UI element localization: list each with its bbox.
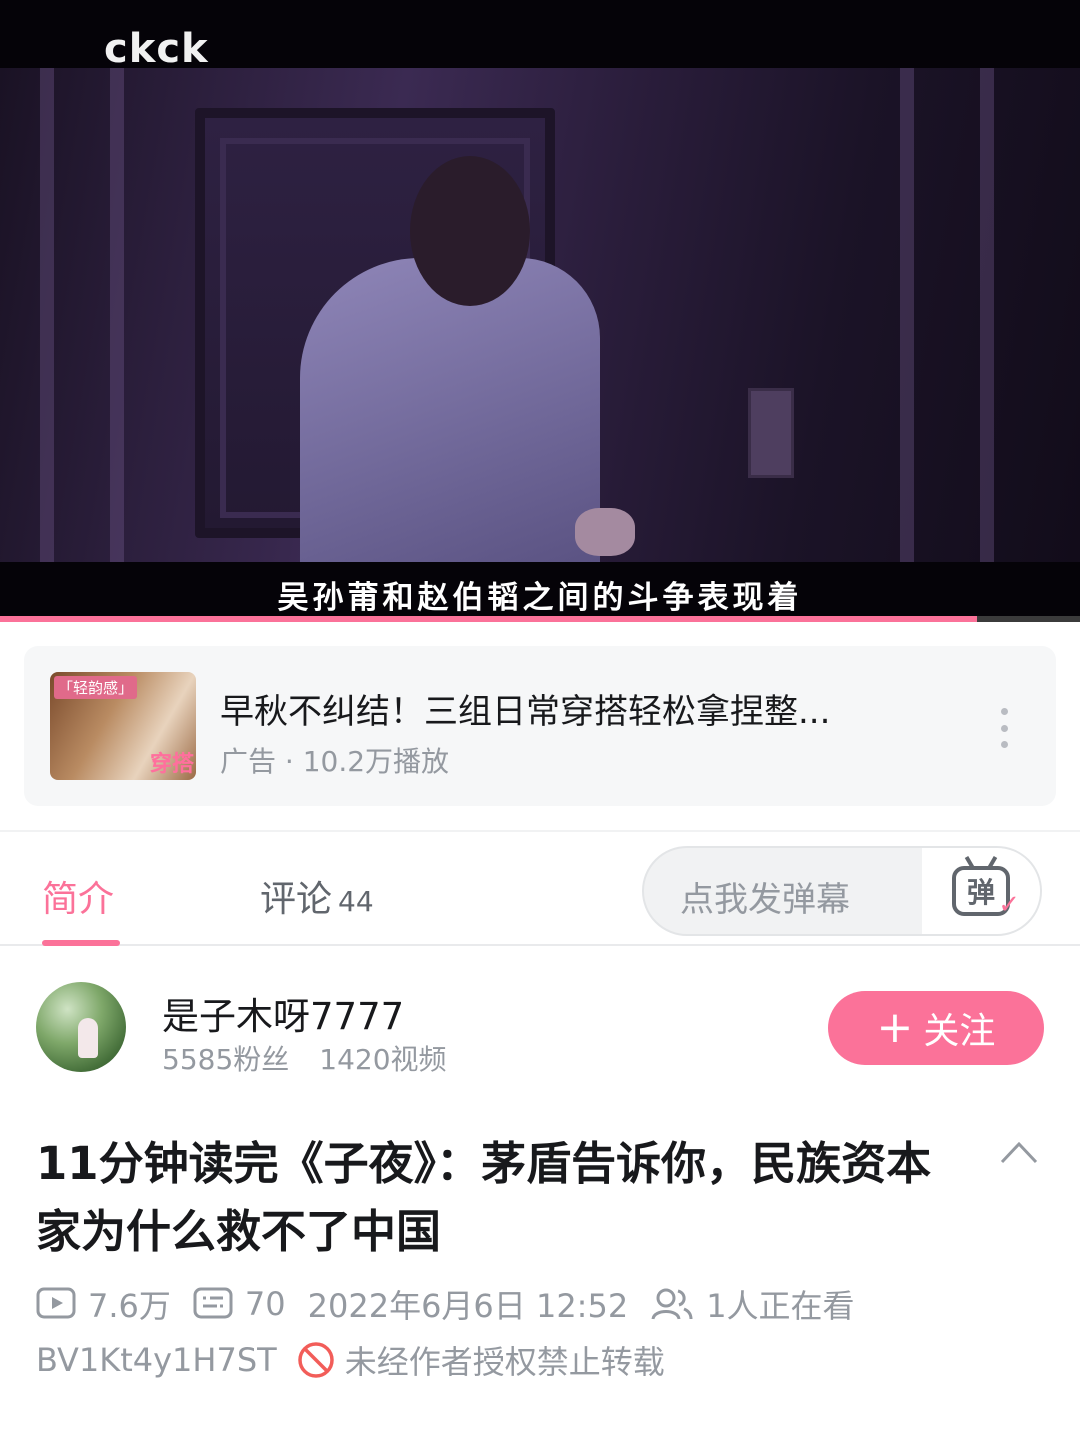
play-count: 7.6万 bbox=[88, 1287, 171, 1325]
dot bbox=[1000, 741, 1008, 748]
watching-icon bbox=[651, 1288, 693, 1320]
progress-bar[interactable] bbox=[0, 616, 1080, 622]
tab-intro[interactable]: 简介 bbox=[42, 870, 114, 922]
scene-figure bbox=[300, 258, 600, 562]
tabs-bar: 简介 评论 44 点我发弹幕 弹 ✓ bbox=[0, 830, 1080, 946]
chevron-up-icon[interactable] bbox=[1000, 1140, 1038, 1164]
ad-card[interactable]: 「轻韵感」 穿搭 早秋不纠结！三组日常穿搭轻松拿捏整... 广告 · 10.2万… bbox=[24, 646, 1056, 806]
dot bbox=[1000, 724, 1008, 732]
more-options-icon[interactable] bbox=[992, 708, 1016, 748]
avatar[interactable] bbox=[36, 982, 126, 1072]
uploader-fans: 5585粉丝 bbox=[162, 1043, 290, 1076]
avatar-figure bbox=[78, 1018, 98, 1058]
ad-thumbnail-text: 穿搭 bbox=[149, 752, 194, 777]
progress-fill bbox=[0, 616, 978, 622]
danmaku-count-icon bbox=[193, 1287, 233, 1319]
ad-meta: 广告 · 10.2万播放 bbox=[220, 745, 450, 778]
uploader-stats: 5585粉丝 1420视频 bbox=[162, 1038, 447, 1078]
ad-thumbnail-tag: 「轻韵感」 bbox=[54, 676, 138, 699]
video-id-row: BV1Kt4y1H7ST 未经作者授权禁止转载 bbox=[36, 1338, 665, 1382]
scene-wall-panel bbox=[748, 388, 794, 478]
scene-figure-hand bbox=[575, 508, 635, 556]
watching-count: 1人正在看 bbox=[706, 1287, 855, 1325]
uploader-name[interactable]: 是子木呀7777 bbox=[162, 986, 404, 1040]
video-stats: 7.6万 70 2022年6月6日 12:52 1人正在看 bbox=[36, 1282, 855, 1326]
no-repost-icon bbox=[297, 1342, 334, 1378]
scene-figure-head bbox=[410, 156, 530, 306]
ad-title[interactable]: 早秋不纠结！三组日常穿搭轻松拿捏整... bbox=[220, 684, 920, 733]
curtain-stripe bbox=[900, 68, 914, 562]
follow-label: 关注 bbox=[923, 1011, 996, 1052]
tab-comments-label: 评论 bbox=[260, 879, 333, 920]
tv-antenna bbox=[964, 855, 976, 871]
danmaku-input[interactable]: 点我发弹幕 弹 ✓ bbox=[642, 846, 1042, 936]
tab-comments-count: 44 bbox=[338, 885, 374, 918]
play-count-icon bbox=[36, 1287, 76, 1319]
tab-comments[interactable]: 评论 44 bbox=[260, 870, 374, 922]
danmaku-icon: 弹 ✓ bbox=[952, 855, 1020, 920]
dot bbox=[1000, 708, 1008, 715]
video-player[interactable]: ckck 吴孙莆和赵伯韬之间的斗争表现着 bbox=[0, 0, 1080, 622]
plus-icon: + bbox=[876, 1002, 914, 1053]
curtain-stripe bbox=[980, 68, 994, 562]
check-icon: ✓ bbox=[998, 890, 1020, 920]
publish-date: 2022年6月6日 12:52 bbox=[307, 1287, 629, 1325]
video-frame[interactable] bbox=[0, 68, 1080, 562]
danmaku-placeholder[interactable]: 点我发弹幕 bbox=[680, 872, 850, 921]
tv-antenna bbox=[986, 855, 998, 871]
ad-thumbnail[interactable]: 「轻韵感」 穿搭 bbox=[50, 672, 196, 780]
danmaku-icon-glyph: 弹 bbox=[966, 876, 995, 909]
video-subtitle: 吴孙莆和赵伯韬之间的斗争表现着 bbox=[277, 580, 803, 616]
curtain-stripe bbox=[40, 68, 54, 562]
uploader-videos: 1420视频 bbox=[319, 1043, 447, 1076]
tab-active-indicator bbox=[42, 940, 120, 946]
danmaku-count: 70 bbox=[244, 1285, 286, 1323]
danmaku-toggle-button[interactable]: 弹 ✓ bbox=[922, 848, 1040, 934]
video-title: 11分钟读完《子夜》：茅盾告诉你，民族资本家为什么救不了中国 bbox=[36, 1137, 932, 1258]
follow-button[interactable]: + 关注 bbox=[828, 991, 1044, 1065]
no-repost-notice: 未经作者授权禁止转载 bbox=[344, 1343, 665, 1381]
curtain-stripe bbox=[110, 68, 124, 562]
video-watermark: ckck bbox=[104, 26, 209, 72]
bvid[interactable]: BV1Kt4y1H7ST bbox=[36, 1341, 277, 1379]
